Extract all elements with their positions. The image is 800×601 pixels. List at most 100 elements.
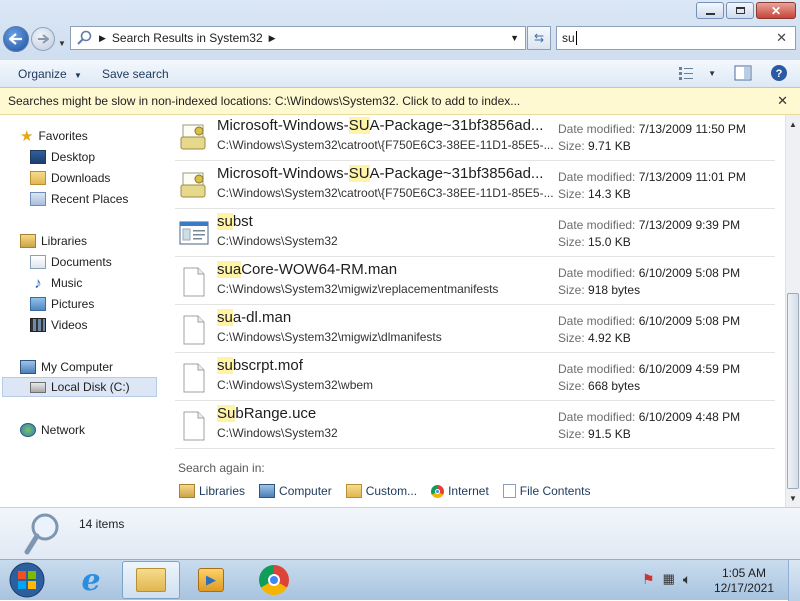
file-size-label: Size: bbox=[558, 331, 585, 345]
start-button[interactable] bbox=[2, 561, 52, 599]
scroll-down-icon[interactable]: ▼ bbox=[786, 491, 800, 505]
close-icon[interactable]: ✕ bbox=[777, 93, 788, 109]
details-pane: 14 items bbox=[0, 507, 800, 559]
file-name[interactable]: suaCore-WOW64-RM.man bbox=[217, 261, 397, 278]
volume-icon[interactable]: 🔈︎ bbox=[683, 571, 691, 588]
address-dropdown-icon[interactable]: ▼ bbox=[510, 33, 519, 43]
file-size: Size: 4.92 KB bbox=[558, 331, 631, 345]
nav-item-videos[interactable]: Videos bbox=[30, 315, 87, 335]
search-input[interactable]: su bbox=[562, 31, 575, 45]
search-again-custom[interactable]: Custom... bbox=[345, 484, 417, 498]
nav-item-favorites[interactable]: ★ Favorites bbox=[20, 126, 88, 146]
system-clock[interactable]: 1:05 AM 12/17/2021 bbox=[714, 566, 774, 596]
back-button[interactable] bbox=[3, 26, 29, 52]
date-modified-label: Date modified: bbox=[558, 410, 636, 424]
results-scrollbar[interactable]: ▲ ▼ bbox=[785, 115, 800, 507]
search-again-computer[interactable]: Computer bbox=[259, 484, 332, 498]
navigation-pane: ★ Favorites Desktop Downloads Recent Pla… bbox=[0, 115, 159, 507]
search-again-label: Search again in: bbox=[178, 461, 265, 475]
date-modified-value: 7/13/2009 11:50 PM bbox=[638, 122, 746, 136]
breadcrumb[interactable]: Search Results in System32 bbox=[112, 31, 263, 45]
search-again-file-contents[interactable]: File Contents bbox=[502, 484, 590, 498]
search-box[interactable]: su ✕ bbox=[556, 26, 796, 50]
file-name[interactable]: subscrpt.mof bbox=[217, 357, 303, 374]
address-bar[interactable]: ▶ Search Results in System32 ▶ ▼ bbox=[70, 26, 526, 50]
documents-icon bbox=[30, 255, 46, 269]
breadcrumb-arrow-icon[interactable]: ▶ bbox=[99, 33, 106, 44]
result-row[interactable]: sua-dl.man C:\Windows\System32\migwiz\dlm… bbox=[175, 307, 775, 353]
nav-item-network[interactable]: Network bbox=[20, 420, 85, 440]
nav-item-downloads[interactable]: Downloads bbox=[30, 168, 110, 188]
action-center-flag-icon[interactable]: ⚑ bbox=[642, 571, 655, 588]
file-name[interactable]: Microsoft-Windows-SUA-Package~31bf3856ad… bbox=[217, 117, 543, 134]
file-name[interactable]: sua-dl.man bbox=[217, 309, 291, 326]
file-name-suffix: a-dl.man bbox=[232, 309, 292, 326]
breadcrumb-arrow-icon[interactable]: ▶ bbox=[269, 33, 276, 44]
result-row[interactable]: subst C:\Windows\System32 Date modified: 7… bbox=[175, 211, 775, 257]
result-row[interactable]: Microsoft-Windows-SUA-Package~31bf3856ad… bbox=[175, 163, 775, 209]
help-icon[interactable]: ? bbox=[770, 64, 788, 82]
file-icon bbox=[179, 363, 209, 393]
preview-pane-icon[interactable] bbox=[734, 65, 752, 81]
save-search-button[interactable]: Save search bbox=[100, 67, 187, 81]
clear-search-icon[interactable]: ✕ bbox=[776, 30, 787, 46]
search-again-libraries[interactable]: Libraries bbox=[179, 484, 245, 498]
index-warning-infobar[interactable]: Searches might be slow in non-indexed lo… bbox=[0, 88, 800, 115]
date-modified-label: Date modified: bbox=[558, 362, 636, 376]
show-desktop-button[interactable] bbox=[788, 560, 800, 601]
file-name[interactable]: Microsoft-Windows-SUA-Package~31bf3856ad… bbox=[217, 165, 543, 182]
result-row[interactable]: Microsoft-Windows-SUA-Package~31bf3856ad… bbox=[175, 115, 775, 161]
nav-item-music[interactable]: ♪ Music bbox=[30, 273, 82, 293]
search-again-internet[interactable]: Internet bbox=[431, 484, 489, 498]
nav-item-desktop[interactable]: Desktop bbox=[30, 147, 95, 167]
scrollbar-thumb[interactable] bbox=[787, 293, 799, 489]
minimize-button[interactable] bbox=[696, 2, 724, 19]
file-size-label: Size: bbox=[558, 283, 585, 297]
network-icon bbox=[20, 423, 36, 437]
file-name[interactable]: SubRange.uce bbox=[217, 405, 316, 422]
nav-label: Videos bbox=[51, 318, 88, 332]
refresh-icon: ⇆ bbox=[533, 31, 545, 45]
close-button[interactable]: ✕ bbox=[756, 2, 796, 19]
text-cursor bbox=[575, 31, 577, 45]
change-view-button[interactable]: ▼ bbox=[678, 66, 716, 80]
chevron-down-icon: ▼ bbox=[708, 68, 716, 78]
date-modified-label: Date modified: bbox=[558, 122, 636, 136]
media-player-icon: ▶ bbox=[198, 568, 224, 592]
nav-item-documents[interactable]: Documents bbox=[30, 252, 112, 272]
file-size-label: Size: bbox=[558, 187, 585, 201]
result-row[interactable]: subscrpt.mof C:\Windows\System32\wbem Date… bbox=[175, 355, 775, 401]
nav-item-recent-places[interactable]: Recent Places bbox=[30, 189, 128, 209]
view-list-icon bbox=[679, 67, 694, 80]
scroll-up-icon[interactable]: ▲ bbox=[786, 117, 800, 131]
search-again-label-internet: Internet bbox=[448, 484, 489, 498]
file-path: C:\Windows\System32\migwiz\replacementma… bbox=[217, 282, 499, 296]
taskbar-chrome[interactable] bbox=[245, 561, 303, 599]
date-modified: Date modified: 7/13/2009 11:50 PM bbox=[558, 122, 746, 136]
nav-item-pictures[interactable]: Pictures bbox=[30, 294, 94, 314]
nav-item-my-computer[interactable]: My Computer bbox=[20, 357, 113, 377]
file-size-label: Size: bbox=[558, 427, 585, 441]
nav-label: Pictures bbox=[51, 297, 95, 311]
network-status-icon[interactable]: ▦ bbox=[663, 571, 675, 588]
recent-pages-dropdown[interactable]: ▼ bbox=[58, 35, 66, 49]
nav-item-local-disk[interactable]: Local Disk (C:) bbox=[2, 377, 157, 397]
file-size-label: Size: bbox=[558, 235, 585, 249]
result-row[interactable]: SubRange.uce C:\Windows\System32 Date modi… bbox=[175, 403, 775, 449]
maximize-button[interactable] bbox=[726, 2, 754, 19]
close-icon: ✕ bbox=[770, 3, 782, 18]
result-row[interactable]: suaCore-WOW64-RM.man C:\Windows\System32\… bbox=[175, 259, 775, 305]
file-name[interactable]: subst bbox=[217, 213, 253, 230]
nav-item-libraries[interactable]: Libraries bbox=[20, 231, 87, 251]
date-modified: Date modified: 7/13/2009 11:01 PM bbox=[558, 170, 746, 184]
forward-button[interactable] bbox=[31, 27, 55, 51]
taskbar-windows-explorer[interactable] bbox=[122, 561, 180, 599]
file-size-value: 15.0 KB bbox=[588, 235, 631, 249]
refresh-button[interactable]: ⇆ bbox=[527, 26, 551, 50]
organize-menu[interactable]: Organize ▼ bbox=[0, 67, 100, 81]
taskbar-media-player[interactable]: ▶ bbox=[182, 561, 240, 599]
date-modified-label: Date modified: bbox=[558, 314, 636, 328]
infobar-text[interactable]: Searches might be slow in non-indexed lo… bbox=[8, 94, 520, 108]
file-icon bbox=[179, 411, 209, 441]
taskbar-internet-explorer[interactable]: e bbox=[62, 561, 120, 599]
